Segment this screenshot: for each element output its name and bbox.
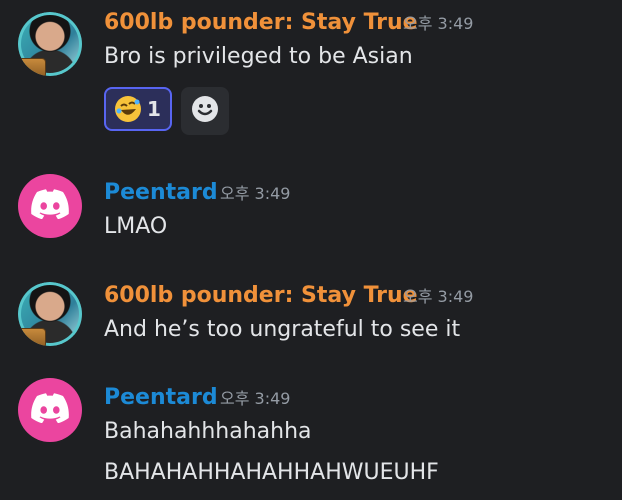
add-reaction-button[interactable]	[181, 87, 229, 135]
author-name[interactable]: Peentard	[104, 385, 218, 411]
author-name[interactable]: 600lb pounder: Stay True	[104, 10, 418, 36]
timestamp: 오후 3:49	[220, 389, 291, 408]
discord-logo-icon	[31, 189, 69, 223]
avatar-decoration-icon	[18, 58, 46, 76]
message-text: And he’s too ungrateful to see it	[104, 317, 461, 342]
timestamp: 오후 3:49	[403, 14, 474, 33]
avatar[interactable]	[18, 12, 82, 76]
author-name[interactable]: 600lb pounder: Stay True	[104, 283, 418, 309]
discord-logo-icon	[31, 393, 69, 427]
message-text: Bahahahhhahahha	[104, 419, 312, 444]
timestamp: 오후 3:49	[403, 287, 474, 306]
avatar-decoration-icon	[18, 328, 46, 346]
smiley-face-icon	[191, 95, 219, 127]
rolling-on-floor-laughing-icon	[115, 96, 142, 122]
avatar[interactable]	[18, 378, 82, 442]
author-name[interactable]: Peentard	[104, 180, 218, 206]
reaction-count: 1	[147, 97, 161, 121]
avatar[interactable]	[18, 174, 82, 238]
avatar[interactable]	[18, 282, 82, 346]
message-text: LMAO	[104, 214, 168, 239]
message-text: Bro is privileged to be Asian	[104, 44, 413, 69]
message-text: BAHAHAHHAHAHHAHWUEUHF	[104, 460, 439, 485]
reaction-button[interactable]: 1	[104, 87, 172, 131]
timestamp: 오후 3:49	[220, 184, 291, 203]
